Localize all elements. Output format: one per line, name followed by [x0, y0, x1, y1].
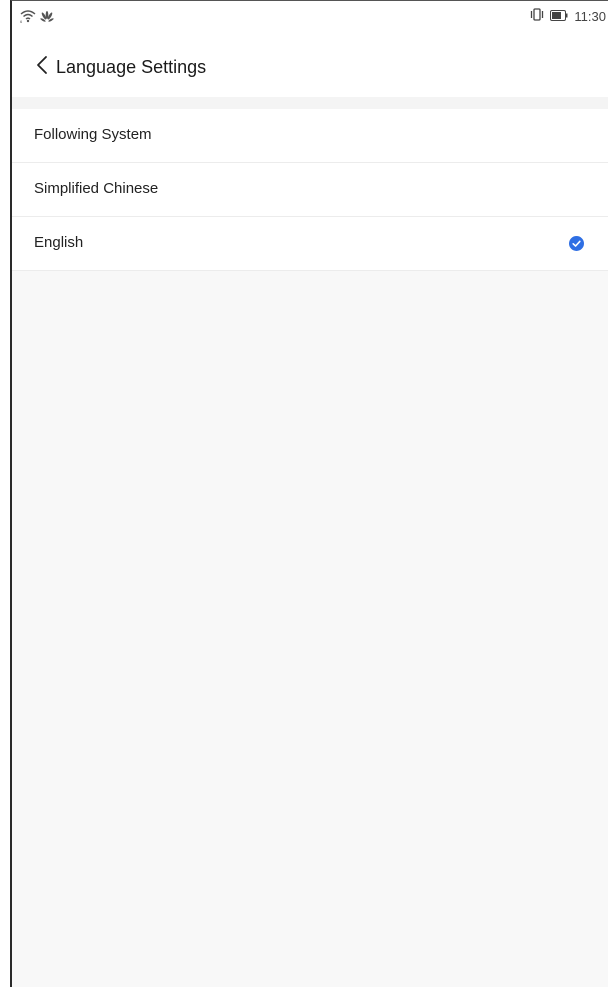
status-right-icons: 11:30: [530, 8, 606, 24]
language-option-simplified-chinese[interactable]: Simplified Chinese: [12, 163, 608, 217]
language-list: Following System Simplified Chinese Engl…: [12, 109, 608, 271]
status-time: 11:30: [574, 8, 606, 24]
top-app-bar: Language Settings: [12, 35, 608, 97]
page-title: Language Settings: [56, 57, 207, 77]
wifi-icon: 6: [20, 9, 36, 28]
language-option-label: English: [34, 234, 84, 251]
status-left-icons: 6: [20, 9, 54, 28]
language-option-label: Following System: [34, 126, 152, 143]
svg-text:6: 6: [20, 19, 23, 23]
language-option-label: Simplified Chinese: [34, 180, 159, 197]
language-option-english[interactable]: English: [12, 217, 608, 271]
app-screen: 6 11:30 Language Settings Following Syst…: [10, 0, 608, 987]
huawei-logo-icon: [40, 10, 54, 28]
chevron-left-icon: [36, 55, 48, 80]
status-bar: 6 11:30: [12, 1, 608, 35]
language-option-following-system[interactable]: Following System: [12, 109, 608, 163]
back-button[interactable]: [30, 55, 54, 79]
checkmark-circle-icon: [569, 236, 584, 251]
section-divider: [12, 97, 608, 109]
vibrate-icon: [530, 8, 544, 24]
battery-icon: [550, 9, 568, 24]
